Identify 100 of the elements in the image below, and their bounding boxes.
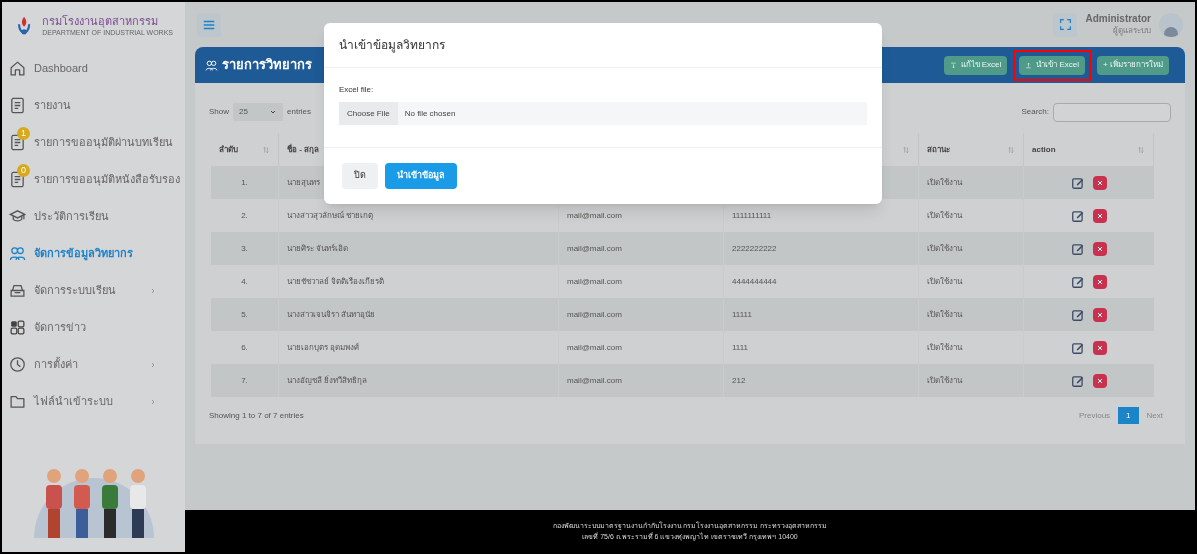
table-cell: mail@mail.com	[567, 374, 622, 387]
download-icon	[949, 61, 957, 69]
table-cell: 1.	[241, 176, 248, 189]
sidebar-item[interactable]: รายงาน	[2, 87, 185, 124]
close-icon	[1096, 178, 1104, 187]
table-cell: mail@mail.com	[567, 341, 622, 354]
entries-label: entries	[287, 106, 312, 118]
table-cell: 4444444444	[732, 275, 777, 288]
users-icon	[205, 58, 218, 72]
user-name: Administrator	[1085, 13, 1151, 26]
table-cell: mail@mail.com	[567, 209, 622, 222]
delete-button[interactable]	[1093, 274, 1107, 289]
document-icon	[9, 97, 26, 114]
table-cell: เปิดใช้งาน	[927, 308, 962, 321]
notification-badge: 1	[17, 127, 30, 140]
search-field[interactable]	[1053, 102, 1171, 122]
edit-icon[interactable]	[1071, 274, 1085, 289]
table-cell: 1111111111	[732, 209, 772, 222]
delete-button[interactable]	[1093, 340, 1107, 355]
page-button[interactable]: 1	[1118, 407, 1139, 424]
table-cell: 5.	[241, 308, 248, 321]
notification-badge: 0	[17, 164, 30, 177]
edit-icon[interactable]	[1071, 241, 1085, 256]
table-cell: mail@mail.com	[567, 242, 622, 255]
table-cell: 11111	[732, 308, 752, 321]
column-header[interactable]: action	[1032, 143, 1137, 156]
edit-icon[interactable]	[1071, 208, 1085, 223]
header-button[interactable]: แก้ไข Excel	[943, 55, 1008, 75]
delete-button[interactable]	[1093, 175, 1107, 190]
table-cell: เปิดใช้งาน	[927, 341, 962, 354]
edit-icon[interactable]	[1071, 307, 1085, 322]
users-icon	[9, 245, 26, 262]
fullscreen-icon	[1058, 18, 1072, 31]
clock-icon	[9, 356, 26, 373]
header-button[interactable]: นำเข้า Excel	[1019, 55, 1086, 75]
edit-icon[interactable]	[1071, 340, 1085, 355]
delete-button[interactable]	[1093, 208, 1107, 223]
folder-icon	[9, 393, 26, 410]
grid-icon	[9, 319, 26, 336]
table-info: Showing 1 to 7 of 7 entries	[209, 409, 305, 422]
sidebar-item[interactable]: ไฟล์นำเข้าระบบ	[2, 383, 185, 420]
table-cell: นางอัญชลี ยิ่งทวีสิทธิกุล	[287, 374, 368, 387]
import-button[interactable]: นำเข้าข้อมูล	[385, 163, 457, 189]
close-icon	[1096, 211, 1104, 220]
file-input[interactable]: Choose File No file chosen	[339, 102, 867, 125]
table-cell: mail@mail.com	[567, 275, 622, 288]
table-cell: นายศิระ จันทร์เอิด	[287, 242, 349, 255]
sidebar-item[interactable]: จัดการระบบเรียน	[2, 272, 185, 309]
sidebar-item[interactable]: จัดการข้อมูลวิทยากร	[2, 235, 185, 272]
table-cell: 6.	[241, 341, 248, 354]
close-button[interactable]: ปิด	[342, 163, 378, 189]
sidebar-item[interactable]: Dashboard	[2, 50, 185, 87]
sidebar-item[interactable]: ประวัติการเรียน	[2, 198, 185, 235]
delete-button[interactable]	[1093, 307, 1107, 322]
table-cell: 2222222222	[732, 242, 777, 255]
table-cell: นายเอกบุตร อุดมพงศ์	[287, 341, 360, 354]
column-header[interactable]: สถานะ	[927, 143, 1007, 156]
table-cell: 7.	[241, 374, 248, 387]
close-icon	[1096, 376, 1104, 385]
close-icon	[1096, 277, 1104, 286]
page-button[interactable]: Previous	[1070, 407, 1119, 424]
table-cell: เปิดใช้งาน	[927, 209, 962, 222]
close-icon	[1096, 244, 1104, 253]
user-role: ผู้ดูแลระบบ	[1113, 25, 1151, 36]
avatar	[1159, 12, 1183, 37]
table-cell: นายสุนทร	[287, 176, 320, 189]
close-icon	[1096, 343, 1104, 352]
edit-icon[interactable]	[1071, 373, 1085, 388]
table-cell: นายชัชวาลย์ จิตติเรืองเกียรติ	[287, 275, 385, 288]
tray-icon	[9, 282, 26, 299]
table-cell: เปิดใช้งาน	[927, 374, 962, 387]
delete-button[interactable]	[1093, 373, 1107, 388]
table-cell: เปิดใช้งาน	[927, 275, 962, 288]
field-label: Excel file:	[339, 84, 375, 96]
logo-title: กรมโรงงานอุตสาหกรรม	[42, 14, 160, 29]
sidebar-item[interactable]: 0 รายการขออนุมัติหนังสือรับรอง	[2, 161, 185, 198]
sidebar-item[interactable]: 1 รายการขออนุมัติผ่านบทเรียน	[2, 124, 185, 161]
table-cell: เปิดใช้งาน	[927, 176, 962, 189]
page-button[interactable]: Next	[1138, 407, 1171, 424]
header-button[interactable]: + เพิ่มรายการใหม่	[1097, 55, 1169, 75]
table-cell: เปิดใช้งาน	[927, 242, 962, 255]
page-title: รายการวิทยากร	[222, 56, 312, 75]
close-icon	[1096, 310, 1104, 319]
graduation-cap-icon	[9, 208, 26, 225]
modal-title: นำเข้าข้อมูลวิทยากร	[339, 37, 445, 54]
table-cell: 1111	[732, 341, 748, 354]
sidebar-item[interactable]: การตั้งค่า	[2, 346, 185, 383]
delete-button[interactable]	[1093, 241, 1107, 256]
table-cell: นางสาวเจนจิรา สันทาอุนัย	[287, 308, 376, 321]
table-cell: 2.	[241, 209, 248, 222]
table-cell: นางสาวสุวลักษณ์ ชายเกตุ	[287, 209, 374, 222]
column-header[interactable]: ลำดับ	[219, 143, 262, 156]
chevron-down-icon	[269, 108, 277, 116]
edit-icon[interactable]	[1071, 175, 1085, 190]
search-label: Search:	[1021, 106, 1049, 118]
show-label: Show	[209, 106, 229, 118]
sidebar-item[interactable]: จัดการข่าว	[2, 309, 185, 346]
page-size-select[interactable]: 25	[233, 103, 283, 121]
table-cell: 212	[732, 374, 746, 387]
upload-icon	[1025, 61, 1033, 69]
